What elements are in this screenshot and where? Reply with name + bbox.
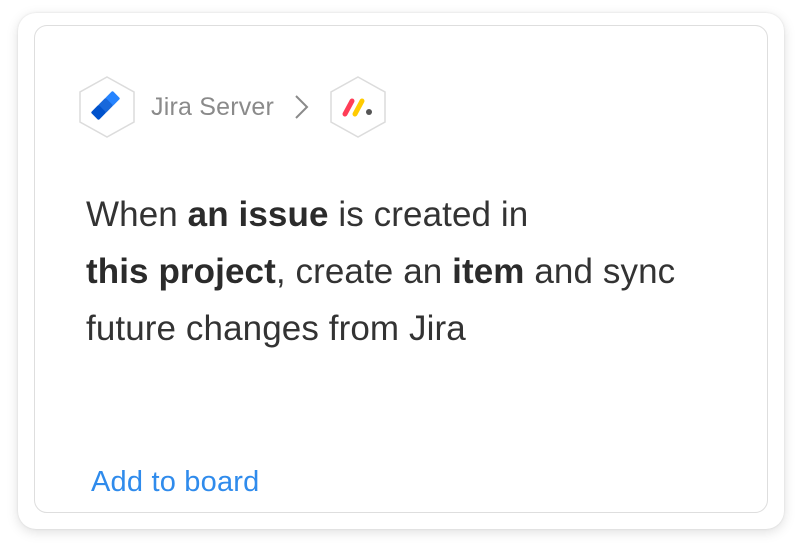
recipe-card-inner: Jira Server When an issue is created in t… <box>34 25 768 513</box>
recipe-text: is created in <box>328 195 529 234</box>
trigger-field-issue[interactable]: an issue <box>188 195 329 234</box>
recipe-card: Jira Server When an issue is created in t… <box>18 13 784 529</box>
recipe-sentence: When an issue is created in this project,… <box>86 186 746 357</box>
recipe-text: , create an <box>275 252 453 291</box>
integration-header: Jira Server <box>77 62 388 152</box>
recipe-text: When <box>86 195 188 234</box>
trigger-field-project[interactable]: this project <box>86 252 276 291</box>
monday-logo-icon <box>328 75 388 139</box>
chevron-right-icon <box>295 95 309 119</box>
add-to-board-link[interactable]: Add to board <box>91 466 259 499</box>
jira-logo-icon <box>77 75 137 139</box>
action-field-item[interactable]: item <box>452 252 524 291</box>
source-app-name: Jira Server <box>151 92 275 121</box>
